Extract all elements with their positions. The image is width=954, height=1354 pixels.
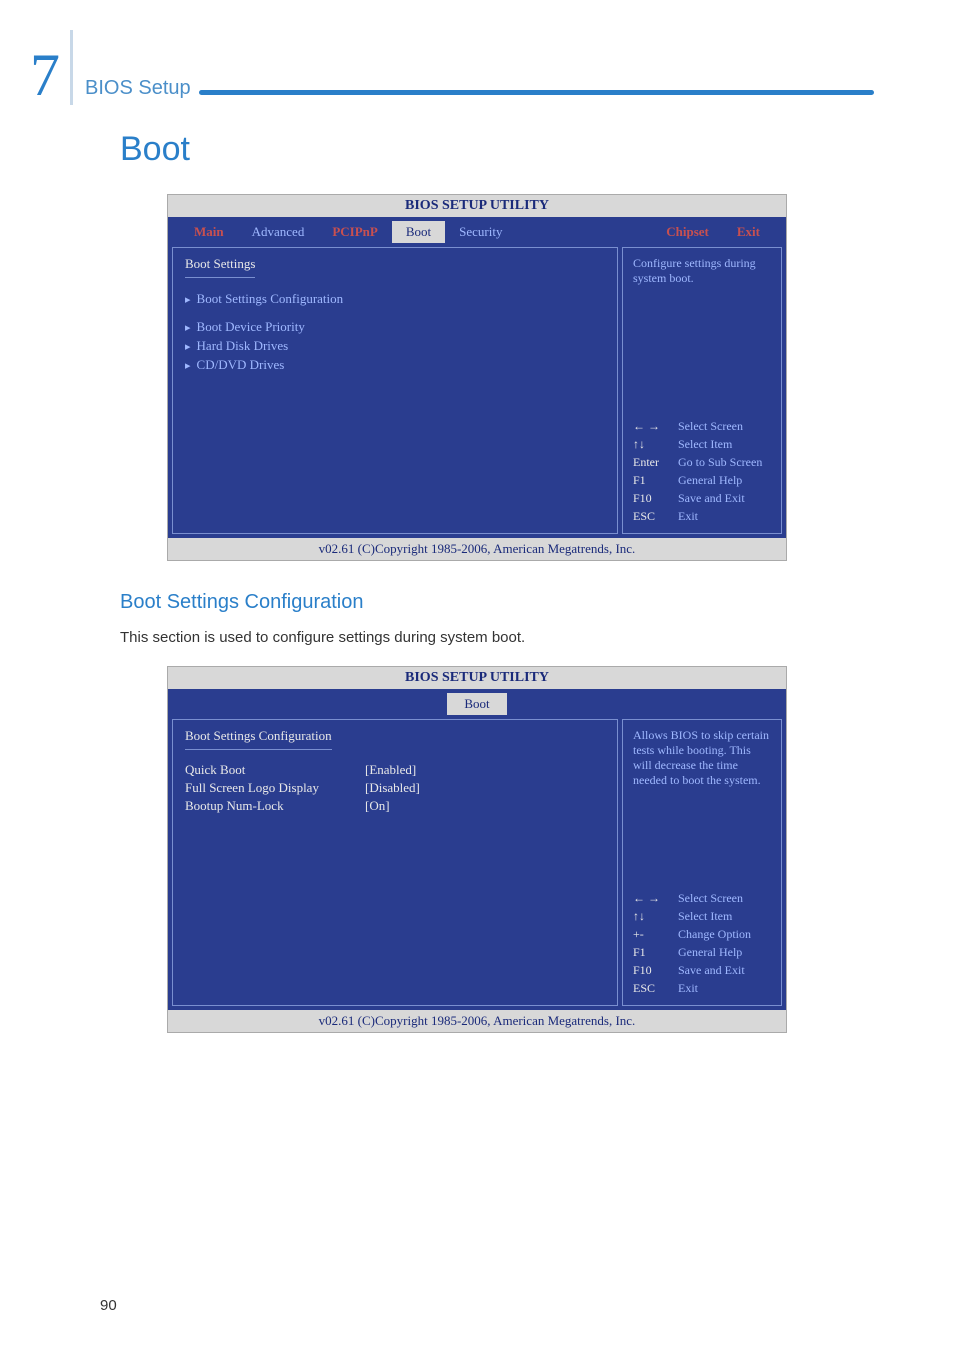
header-rule [199,90,874,95]
bios-screenshot-boot-settings: BIOS SETUP UTILITY Main Advanced PCIPnP … [167,194,787,561]
tab-pcipnp[interactable]: PCIPnP [318,221,392,243]
action-select-item: Select Item [678,435,762,453]
bios-right-pane: Allows BIOS to skip certain tests while … [622,719,782,1006]
action-change-option: Change Option [678,925,751,943]
bios-screenshot-boot-settings-config: BIOS SETUP UTILITY Boot Boot Settings Co… [167,666,787,1033]
action-select-item: Select Item [678,907,751,925]
bios-left-pane: Boot Settings Configuration Quick Boot [… [172,719,618,1006]
setting-label: Bootup Num-Lock [185,798,365,814]
action-general-help: General Help [678,471,762,489]
bios-footer: v02.61 (C)Copyright 1985-2006, American … [168,1010,786,1032]
key-ud: ↑↓ [633,435,678,453]
section-bsc: Boot Settings Configuration [185,728,332,750]
subheading-boot-settings-config: Boot Settings Configuration [120,591,874,614]
tab-advanced[interactable]: Advanced [238,221,319,243]
section-boot-settings: Boot Settings [185,256,255,278]
bios-title: BIOS SETUP UTILITY [168,195,786,217]
key-f1: F1 [633,943,678,961]
tab-boot[interactable]: Boot [447,693,507,715]
key-legend: ← → ↑↓ +- F1 F10 ESC Select Screen Selec… [633,889,771,997]
body-text: This section is used to configure settin… [120,629,874,646]
action-exit: Exit [678,979,751,997]
tab-exit[interactable]: Exit [723,221,774,243]
submenu-hard-disk-drives[interactable]: Hard Disk Drives [185,338,605,354]
submenu-cd-dvd-drives[interactable]: CD/DVD Drives [185,357,605,373]
action-select-screen: Select Screen [678,889,751,907]
key-pm: +- [633,925,678,943]
chapter-number-box: 7 [30,30,73,105]
key-f10: F10 [633,489,678,507]
tab-main[interactable]: Main [180,221,238,243]
key-f10: F10 [633,961,678,979]
setting-value: [Enabled] [365,762,416,778]
bios-footer: v02.61 (C)Copyright 1985-2006, American … [168,538,786,560]
chapter-number: 7 [30,45,60,105]
tab-security[interactable]: Security [445,221,516,243]
action-general-help: General Help [678,943,751,961]
setting-bootup-numlock[interactable]: Bootup Num-Lock [On] [185,798,605,814]
help-text: Allows BIOS to skip certain tests while … [633,728,771,788]
bios-right-pane: Configure settings during system boot. ←… [622,247,782,534]
chapter-header: 7 BIOS Setup [30,30,874,105]
bios-left-pane: Boot Settings Boot Settings Configuratio… [172,247,618,534]
page-number: 90 [100,1297,117,1314]
setting-full-screen-logo[interactable]: Full Screen Logo Display [Disabled] [185,780,605,796]
action-sub-screen: Go to Sub Screen [678,453,762,471]
key-enter: Enter [633,453,678,471]
tab-chipset[interactable]: Chipset [652,221,723,243]
setting-label: Quick Boot [185,762,365,778]
help-text: Configure settings during system boot. [633,256,771,286]
bios-tab-bar: Boot [168,689,786,715]
key-legend: ← → ↑↓ Enter F1 F10 ESC Select Screen Se… [633,417,771,525]
bios-tab-bar: Main Advanced PCIPnP Boot Security Chips… [168,217,786,243]
action-save-exit: Save and Exit [678,489,762,507]
setting-value: [On] [365,798,390,814]
key-esc: ESC [633,507,678,525]
setting-value: [Disabled] [365,780,420,796]
bios-title: BIOS SETUP UTILITY [168,667,786,689]
setting-quick-boot[interactable]: Quick Boot [Enabled] [185,762,605,778]
key-lr: ← → [633,417,678,435]
submenu-boot-device-priority[interactable]: Boot Device Priority [185,319,605,335]
action-exit: Exit [678,507,762,525]
action-select-screen: Select Screen [678,417,762,435]
chapter-title: BIOS Setup [85,77,191,105]
tab-boot[interactable]: Boot [392,221,445,243]
setting-label: Full Screen Logo Display [185,780,365,796]
key-ud: ↑↓ [633,907,678,925]
submenu-boot-settings-config[interactable]: Boot Settings Configuration [185,291,605,307]
key-f1: F1 [633,471,678,489]
page-heading-boot: Boot [120,130,874,169]
action-save-exit: Save and Exit [678,961,751,979]
key-esc: ESC [633,979,678,997]
key-lr: ← → [633,889,678,907]
